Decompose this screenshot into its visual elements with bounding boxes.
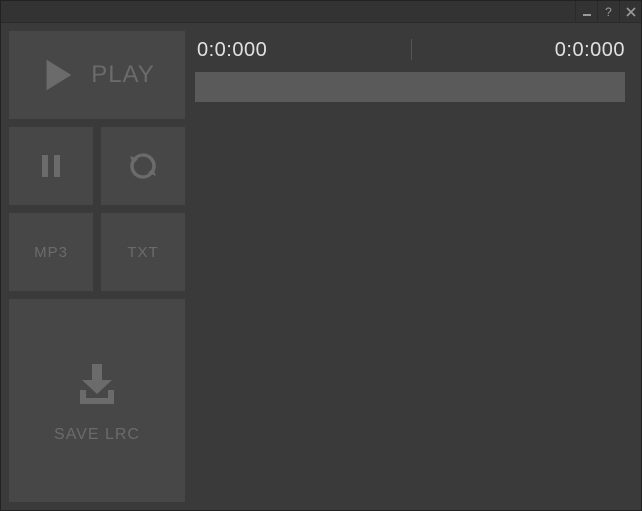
minimize-button[interactable] bbox=[575, 1, 597, 22]
row-load-files: MP3 TXT bbox=[9, 213, 185, 291]
help-button[interactable]: ? bbox=[597, 1, 619, 22]
time-display: 0:0:000 0:0:000 bbox=[195, 37, 627, 62]
main-panel: 0:0:000 0:0:000 bbox=[193, 31, 633, 502]
help-icon: ? bbox=[605, 5, 612, 19]
minimize-icon bbox=[582, 7, 592, 17]
load-txt-button[interactable]: TXT bbox=[101, 213, 185, 291]
sidebar: PLAY bbox=[9, 31, 185, 502]
time-elapsed: 0:0:000 bbox=[197, 39, 267, 62]
txt-label: TXT bbox=[127, 244, 158, 261]
play-label: PLAY bbox=[91, 61, 155, 89]
pause-icon bbox=[36, 151, 66, 181]
loop-icon bbox=[128, 151, 158, 181]
save-lrc-button[interactable]: SAVE LRC bbox=[9, 299, 185, 502]
play-button[interactable]: PLAY bbox=[9, 31, 185, 119]
save-lrc-label: SAVE LRC bbox=[54, 426, 140, 444]
time-total: 0:0:000 bbox=[555, 39, 625, 62]
content-area: PLAY bbox=[1, 23, 641, 510]
close-button[interactable] bbox=[619, 1, 641, 22]
pause-button[interactable] bbox=[9, 127, 93, 205]
titlebar: ? bbox=[1, 1, 641, 23]
load-mp3-button[interactable]: MP3 bbox=[9, 213, 93, 291]
close-icon bbox=[626, 7, 636, 17]
mp3-label: MP3 bbox=[34, 244, 68, 261]
seek-bar[interactable] bbox=[195, 72, 625, 102]
download-icon bbox=[70, 358, 124, 412]
lyric-area bbox=[195, 112, 627, 496]
app-window: ? PLAY bbox=[0, 0, 642, 511]
loop-button[interactable] bbox=[101, 127, 185, 205]
play-icon bbox=[39, 56, 77, 94]
row-pause-loop bbox=[9, 127, 185, 205]
